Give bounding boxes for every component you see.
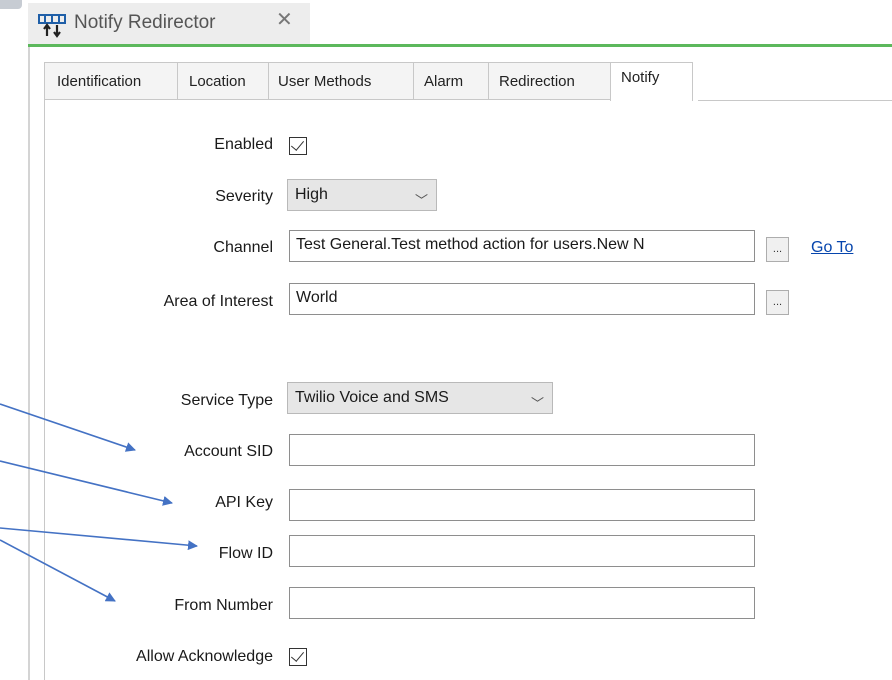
arrow-api-key	[0, 460, 173, 506]
arrow-flow-id	[0, 527, 198, 551]
arrow-account-sid	[0, 403, 136, 452]
arrow-from-number	[0, 539, 116, 602]
annotation-arrows	[0, 403, 198, 602]
